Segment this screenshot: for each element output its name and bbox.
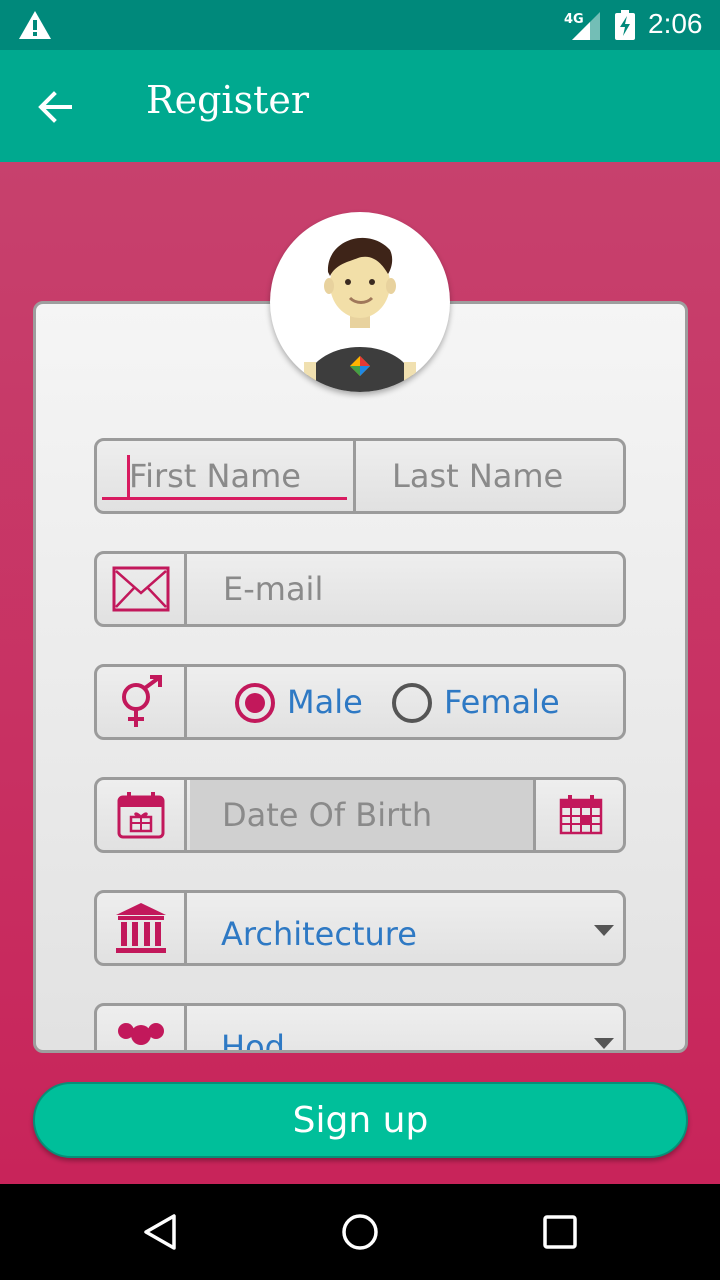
date-of-birth-placeholder: Date Of Birth [222,796,433,834]
mail-icon [112,566,169,612]
email-field[interactable]: E-mail [223,570,323,608]
sign-up-button[interactable]: Sign up [33,1082,688,1158]
chevron-down-icon[interactable] [594,1038,614,1049]
birthday-calendar-icon [117,792,164,839]
date-picker-button[interactable] [539,780,623,850]
clock: 2:06 [648,8,703,39]
gender-icon [121,675,162,727]
status-bar: 4G 2:06 [0,0,720,50]
designation-row[interactable]: Hod [94,1003,626,1050]
first-name-placeholder: First Name [129,457,301,495]
back-arrow-icon[interactable] [32,84,78,130]
male-radio[interactable] [235,683,275,723]
network-type: 4G [564,12,584,27]
female-label[interactable]: Female [444,683,560,721]
avatar[interactable] [270,212,450,392]
dob-icon-cell [97,780,187,850]
app-bar: Register [0,50,720,162]
department-icon-cell [97,893,187,963]
register-card: First Name Last Name E-mail Male Female … [33,301,688,1053]
email-icon-cell [97,554,187,624]
nav-home-icon[interactable] [340,1212,380,1252]
register-content: First Name Last Name E-mail Male Female … [0,162,720,1184]
first-name-underline [102,497,347,500]
warning-icon [19,11,51,39]
nav-recents-icon[interactable] [540,1212,580,1252]
designation-icon-cell [97,1006,187,1050]
designation-select[interactable]: Hod [221,1028,285,1050]
calendar-icon [559,795,603,835]
department-row[interactable]: Architecture [94,890,626,966]
date-of-birth-field[interactable]: Date Of Birth [190,780,536,850]
group-icon [117,1023,164,1045]
email-row: E-mail [94,551,626,627]
department-select[interactable]: Architecture [221,915,417,953]
battery-charging-icon [615,10,635,40]
gender-icon-cell [97,667,187,737]
last-name-placeholder: Last Name [392,457,564,495]
name-row: First Name Last Name [94,438,626,514]
navigation-bar [0,1184,720,1280]
first-name-field[interactable]: First Name [97,441,356,511]
person-avatar-image [304,237,416,392]
male-label[interactable]: Male [287,683,363,721]
nav-back-icon[interactable] [140,1212,180,1252]
female-radio[interactable] [392,683,432,723]
gender-row: Male Female [94,664,626,740]
dob-row: Date Of Birth [94,777,626,853]
text-cursor [127,455,130,499]
page-title: Register [146,78,310,122]
institution-icon [115,903,166,953]
chevron-down-icon[interactable] [594,925,614,936]
